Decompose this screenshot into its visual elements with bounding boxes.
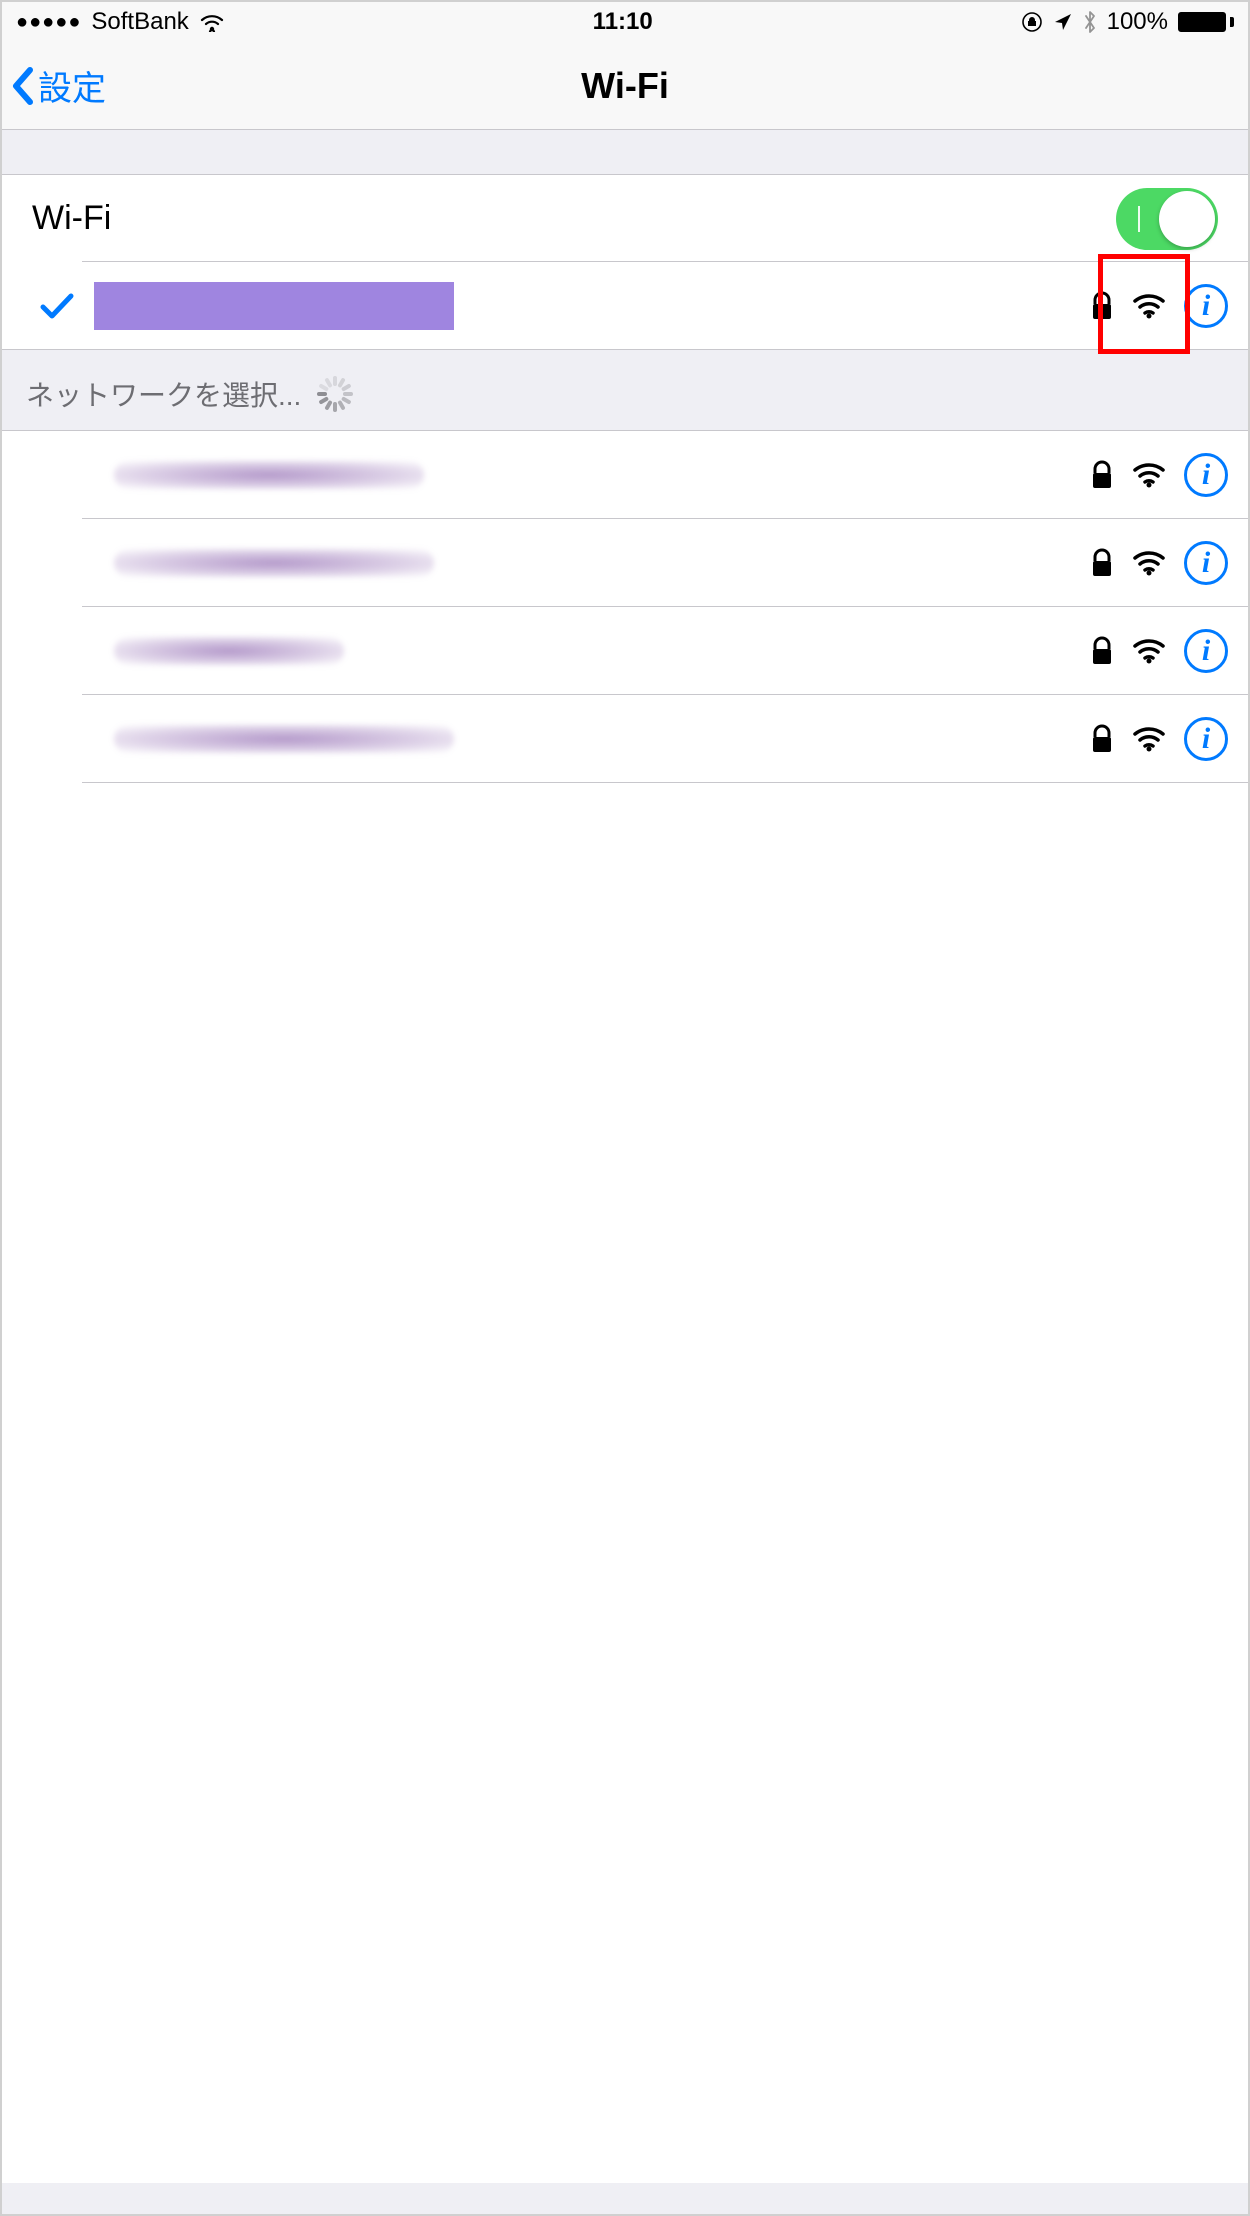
wifi-signal-icon bbox=[1132, 293, 1166, 319]
networks-section-header: ネットワークを選択... bbox=[2, 350, 1248, 431]
network-name-redacted bbox=[114, 637, 344, 665]
location-icon bbox=[1053, 12, 1073, 32]
status-time: 11:10 bbox=[593, 8, 653, 36]
spinner-icon bbox=[317, 376, 353, 412]
lock-icon bbox=[1090, 460, 1114, 490]
carrier-label: SoftBank bbox=[91, 8, 188, 36]
networks-header-label: ネットワークを選択... bbox=[26, 374, 301, 414]
battery-icon bbox=[1178, 12, 1234, 32]
wifi-toggle[interactable] bbox=[1116, 188, 1218, 250]
wifi-signal-icon bbox=[1132, 550, 1166, 576]
info-button[interactable]: i bbox=[1184, 284, 1228, 328]
info-button[interactable]: i bbox=[1184, 453, 1228, 497]
network-row[interactable]: i bbox=[2, 431, 1248, 519]
wifi-signal-icon bbox=[1132, 462, 1166, 488]
wifi-signal-icon bbox=[1132, 726, 1166, 752]
checkmark-icon bbox=[39, 291, 75, 321]
info-button[interactable]: i bbox=[1184, 717, 1228, 761]
lock-icon bbox=[1090, 724, 1114, 754]
wifi-icon bbox=[199, 12, 225, 32]
network-row[interactable]: i bbox=[2, 607, 1248, 695]
network-name-redacted bbox=[114, 549, 434, 577]
empty-area bbox=[2, 783, 1248, 2183]
lock-icon bbox=[1090, 636, 1114, 666]
info-button[interactable]: i bbox=[1184, 541, 1228, 585]
lock-icon bbox=[1090, 291, 1114, 321]
cell-signal-icon: ●●●●● bbox=[16, 11, 81, 34]
orientation-lock-icon bbox=[1021, 11, 1043, 33]
wifi-signal-icon bbox=[1132, 638, 1166, 664]
battery-percent: 100% bbox=[1107, 8, 1168, 36]
network-row[interactable]: i bbox=[2, 519, 1248, 607]
bluetooth-icon bbox=[1083, 10, 1097, 34]
nav-back-label: 設定 bbox=[38, 61, 106, 110]
connected-network-name-redacted bbox=[94, 282, 454, 330]
lock-icon bbox=[1090, 548, 1114, 578]
connected-network-row[interactable]: i bbox=[2, 262, 1248, 350]
nav-bar: 設定 Wi-Fi bbox=[2, 42, 1248, 130]
networks-list: i i i bbox=[2, 431, 1248, 783]
wifi-toggle-label: Wi-Fi bbox=[32, 199, 111, 238]
network-name-redacted bbox=[114, 461, 424, 489]
nav-title: Wi-Fi bbox=[581, 65, 669, 107]
wifi-toggle-row: Wi-Fi bbox=[2, 174, 1248, 262]
info-button[interactable]: i bbox=[1184, 629, 1228, 673]
chevron-left-icon bbox=[10, 66, 38, 106]
network-row[interactable]: i bbox=[2, 695, 1248, 783]
nav-back-button[interactable]: 設定 bbox=[10, 42, 106, 129]
status-bar: ●●●●● SoftBank 11:10 bbox=[2, 2, 1248, 42]
network-name-redacted bbox=[114, 725, 454, 753]
